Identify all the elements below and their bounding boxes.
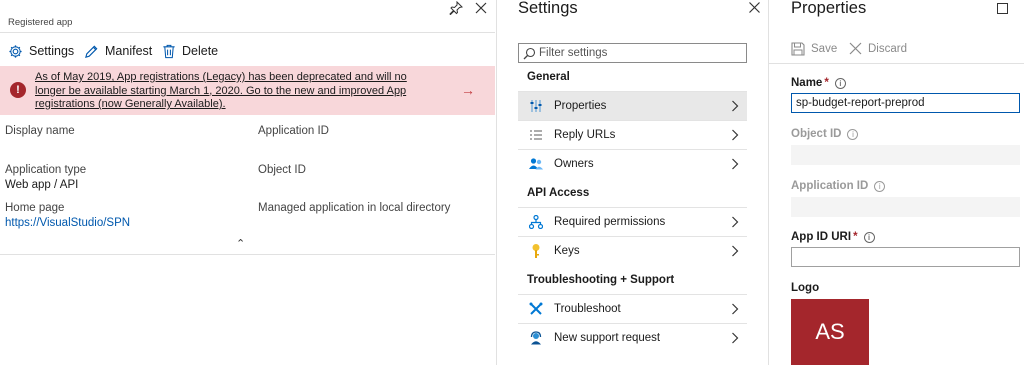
- settings-item-label: Keys: [554, 245, 580, 257]
- gear-icon: [9, 44, 22, 58]
- info-icon[interactable]: i: [863, 232, 875, 243]
- save-button[interactable]: Save: [791, 42, 837, 56]
- settings-item-owners[interactable]: Owners: [518, 149, 747, 178]
- close-icon[interactable]: [474, 1, 488, 15]
- name-input[interactable]: sp-budget-report-preprod: [791, 93, 1020, 113]
- application-id-label-text: Application ID: [791, 180, 869, 192]
- home-page-label: Home page: [5, 202, 65, 214]
- discard-button[interactable]: Discard: [849, 42, 907, 55]
- app-id-uri-field-label: App ID URI * i: [791, 231, 875, 243]
- blade-title: Settings: [518, 0, 578, 17]
- divider: [0, 254, 495, 255]
- deprecation-banner[interactable]: ! As of May 2019, App registrations (Leg…: [0, 66, 495, 115]
- support-agent-icon: [528, 330, 544, 346]
- search-icon: [523, 47, 536, 59]
- chevron-right-icon: [732, 129, 739, 141]
- list-icon: [528, 127, 544, 143]
- settings-item-label: Owners: [554, 158, 594, 170]
- settings-item-label: Required permissions: [554, 216, 666, 228]
- chevron-right-icon: [732, 303, 739, 315]
- discard-label: Discard: [868, 42, 907, 55]
- close-icon[interactable]: [748, 1, 761, 14]
- save-label: Save: [811, 43, 838, 55]
- section-api-access: API Access: [527, 187, 590, 199]
- key-icon: [528, 243, 544, 259]
- settings-button[interactable]: Settings: [8, 42, 74, 60]
- manifest-label: Manifest: [105, 44, 153, 58]
- pin-icon[interactable]: [449, 1, 463, 15]
- settings-item-label: Properties: [554, 100, 607, 112]
- blade-title: Properties: [791, 0, 867, 17]
- app-id-uri-label-text: App ID URI: [791, 231, 852, 243]
- info-icon[interactable]: i: [847, 129, 859, 140]
- settings-label: Settings: [29, 44, 75, 58]
- banner-message[interactable]: As of May 2019, App registrations (Legac…: [35, 71, 430, 112]
- object-id-label: Object ID: [258, 164, 306, 176]
- properties-blade: Properties Save Discard Name * i sp-budget…: [768, 0, 1024, 365]
- required-marker: *: [853, 231, 858, 243]
- manifest-button[interactable]: Manifest: [84, 42, 152, 60]
- chevron-right-icon: [732, 158, 739, 170]
- name-label-text: Name: [791, 77, 823, 89]
- section-troubleshooting: Troubleshooting + Support: [527, 274, 675, 286]
- settings-item-label: Reply URLs: [554, 129, 616, 141]
- application-type-label: Application type: [5, 164, 87, 176]
- settings-item-troubleshoot[interactable]: Troubleshoot: [518, 294, 747, 323]
- save-icon: [791, 42, 805, 56]
- divider: [0, 32, 495, 33]
- name-field-label: Name * i: [791, 77, 846, 89]
- users-icon: [528, 156, 544, 172]
- registered-app-blade: Registered app Settings Manifest Delete …: [0, 0, 495, 365]
- pencil-icon: [85, 45, 98, 58]
- chevron-right-icon: [732, 216, 739, 228]
- error-icon: !: [10, 82, 26, 98]
- collapse-chevron-icon[interactable]: ⌃: [236, 237, 245, 250]
- app-logo[interactable]: AS: [791, 299, 869, 365]
- object-id-label-text: Object ID: [791, 128, 842, 140]
- delete-label: Delete: [182, 44, 219, 58]
- managed-app-label[interactable]: Managed application in local directory: [258, 202, 450, 214]
- hierarchy-icon: [528, 214, 544, 230]
- trash-icon: [163, 44, 175, 58]
- settings-item-properties[interactable]: Properties: [518, 91, 747, 120]
- settings-item-label: New support request: [554, 332, 661, 344]
- home-page-link[interactable]: https://VisualStudio/SPN: [5, 217, 130, 229]
- maximize-icon[interactable]: [997, 3, 1008, 14]
- arrow-right-icon[interactable]: →: [461, 82, 475, 98]
- display-name-label: Display name: [5, 125, 75, 137]
- settings-item-reply-urls[interactable]: Reply URLs: [518, 120, 747, 149]
- tools-icon: [528, 301, 544, 317]
- application-id-field-label: Application ID i: [791, 180, 886, 192]
- app-id-uri-input[interactable]: [791, 247, 1020, 267]
- required-marker: *: [824, 77, 829, 89]
- settings-item-keys[interactable]: Keys: [518, 236, 747, 265]
- sliders-icon: [528, 98, 544, 114]
- object-id-field[interactable]: [791, 145, 1020, 165]
- filter-placeholder: Filter settings: [539, 47, 608, 59]
- filter-settings-input[interactable]: Filter settings: [518, 43, 747, 63]
- settings-item-required-permissions[interactable]: Required permissions: [518, 207, 747, 236]
- delete-button[interactable]: Delete: [162, 42, 218, 60]
- section-general: General: [527, 71, 570, 83]
- blade-subtitle: Registered app: [8, 17, 73, 28]
- application-id-field[interactable]: [791, 197, 1020, 217]
- chevron-right-icon: [732, 100, 739, 112]
- info-icon[interactable]: i: [874, 181, 886, 192]
- object-id-field-label: Object ID i: [791, 128, 859, 140]
- divider: [769, 63, 1024, 64]
- chevron-right-icon: [732, 245, 739, 257]
- settings-item-label: Troubleshoot: [554, 303, 621, 315]
- chevron-right-icon: [732, 332, 739, 344]
- application-id-label: Application ID: [258, 125, 329, 137]
- logo-label: Logo: [791, 282, 820, 294]
- info-icon[interactable]: i: [834, 78, 846, 89]
- application-type-value: Web app / API: [5, 179, 79, 191]
- close-icon: [849, 42, 862, 55]
- settings-blade: Settings Filter settings General Propert…: [496, 0, 768, 365]
- settings-item-new-support-request[interactable]: New support request: [518, 323, 747, 352]
